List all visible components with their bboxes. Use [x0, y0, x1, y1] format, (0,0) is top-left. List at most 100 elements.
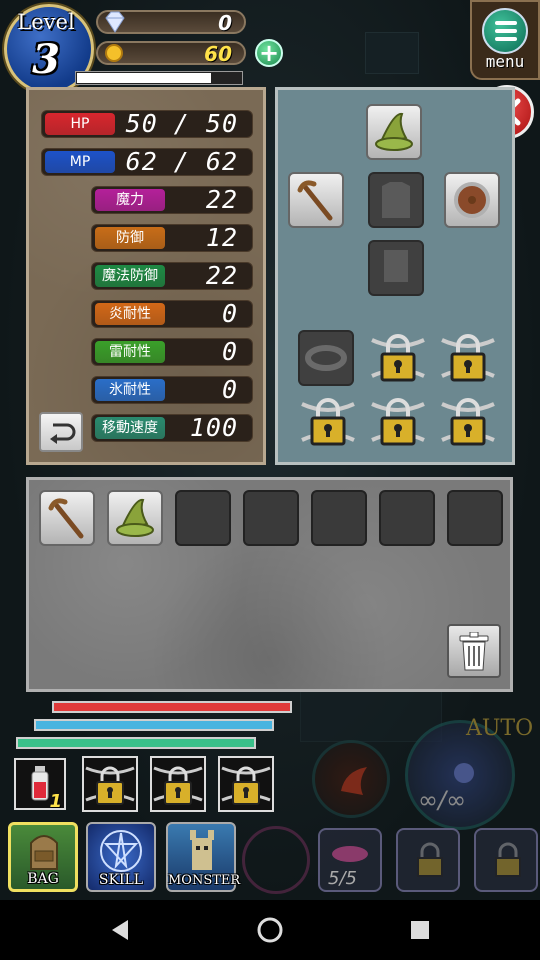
padlock-icon — [417, 842, 443, 877]
summon-count: 5/5 — [328, 868, 357, 889]
back-triangle-icon[interactable] — [108, 918, 132, 942]
gold-counter: 60 — [96, 41, 246, 66]
inventory-panel — [26, 477, 513, 692]
stat-row: MP 62 / 62 — [41, 147, 253, 176]
gold-coin-icon — [105, 44, 123, 62]
back-button[interactable] — [39, 412, 83, 452]
monster-portrait-icon — [190, 830, 214, 870]
fireball-icon — [341, 767, 367, 795]
bag-button[interactable]: BAG — [8, 822, 78, 892]
padlock-chain-icon — [153, 766, 203, 805]
stat-label: 雷耐性 — [95, 341, 165, 363]
locked-summon-slot — [474, 828, 538, 892]
trash-can-icon — [459, 632, 489, 671]
locked-summon-slot — [396, 828, 460, 892]
equip-slot-body[interactable] — [368, 172, 424, 228]
staff-icon — [48, 498, 84, 539]
stat-row: 魔力 22 — [91, 185, 253, 214]
stat-value: 12 — [205, 223, 238, 252]
padlock-chain-icon — [301, 398, 355, 446]
trash-button[interactable] — [447, 624, 501, 678]
stat-value: 22 — [205, 185, 238, 214]
padlock-chain-icon — [441, 398, 495, 446]
diamond-counter: 0 — [96, 10, 246, 35]
locked-equip-slot — [438, 390, 496, 452]
backpack-icon — [30, 835, 58, 870]
inventory-slot[interactable] — [379, 490, 435, 546]
hp-bar — [52, 701, 292, 713]
recents-square-icon[interactable] — [408, 918, 432, 942]
locked-equip-slot — [368, 326, 426, 388]
diamond-count: 0 — [218, 11, 232, 35]
wizard-hat-icon — [375, 112, 413, 151]
infinity-counter: ∞/∞ — [418, 786, 467, 814]
staff-icon — [297, 180, 333, 221]
stat-value: 50 / 50 — [125, 109, 238, 138]
scene-tile — [365, 32, 419, 74]
stat-row: 魔法防御 22 — [91, 261, 253, 290]
stat-value: 22 — [205, 261, 238, 290]
stat-label: 魔法防御 — [95, 265, 165, 287]
equip-slot-legs[interactable] — [368, 240, 424, 296]
menu-icon — [482, 8, 528, 54]
inventory-slot[interactable] — [175, 490, 231, 546]
menu-button[interactable]: menu — [470, 0, 540, 80]
potion-slot[interactable]: 1 — [14, 758, 66, 812]
gold-count: 60 — [204, 42, 232, 66]
wizard-hat-icon — [116, 498, 154, 537]
return-arrow-icon — [50, 423, 76, 444]
round-shield-icon — [454, 182, 490, 218]
equip-slot-shield[interactable] — [444, 172, 500, 228]
locked-equip-slot — [298, 390, 356, 452]
summon-slot[interactable]: 5/5 — [318, 828, 382, 892]
stat-value: 62 / 62 — [125, 147, 238, 176]
stat-row: HP 50 / 50 — [41, 109, 253, 138]
stat-label: 魔力 — [95, 189, 165, 211]
skill-button[interactable]: SKILL — [86, 822, 156, 892]
bag-label: BAG — [27, 871, 59, 887]
stat-label: 氷耐性 — [95, 379, 165, 401]
home-circle-icon[interactable] — [256, 916, 284, 944]
boots-silhouette-icon — [384, 250, 408, 282]
padlock-chain-icon — [221, 766, 271, 805]
stat-value: 0 — [221, 375, 238, 404]
summon-creature-icon — [332, 846, 368, 862]
stat-value: 0 — [221, 299, 238, 328]
monster-label: MONSTER — [168, 873, 241, 888]
monster-button[interactable]: MONSTER — [166, 822, 241, 892]
stat-row: 移動速度 100 — [91, 413, 253, 442]
attack-skill-button[interactable] — [312, 740, 390, 818]
stat-value: 0 — [221, 337, 238, 366]
stat-label: MP — [45, 151, 115, 173]
locked-quick-slot — [218, 756, 274, 812]
equip-slot-accessory[interactable] — [298, 330, 354, 386]
inventory-slot[interactable] — [243, 490, 299, 546]
stat-value: 100 — [189, 413, 238, 442]
scene-tile — [300, 690, 442, 742]
exp-bar-fill — [77, 73, 211, 83]
locked-equip-slot — [438, 326, 496, 388]
stat-row: 防御 12 — [91, 223, 253, 252]
stat-label: 防御 — [95, 227, 165, 249]
empty-skill-ring[interactable] — [242, 826, 310, 894]
locked-equip-slot — [368, 390, 426, 452]
level-label: Level — [17, 10, 75, 34]
equip-slot-weapon[interactable] — [288, 172, 344, 228]
inventory-slot[interactable] — [447, 490, 503, 546]
padlock-chain-icon — [371, 398, 425, 446]
mp-bar — [34, 719, 274, 731]
menu-label: menu — [485, 52, 525, 71]
stat-label: 炎耐性 — [95, 303, 165, 325]
system-navigation-bar — [0, 900, 540, 960]
locked-quick-slot — [82, 756, 138, 812]
potion-count: 1 — [49, 791, 62, 812]
stat-label: 移動速度 — [95, 417, 165, 439]
diamond-icon — [105, 11, 125, 33]
buy-currency-button[interactable]: + — [255, 39, 283, 67]
inventory-slot[interactable] — [107, 490, 163, 546]
inventory-slot[interactable] — [39, 490, 95, 546]
locked-quick-slot — [150, 756, 206, 812]
auto-label: AUTO — [466, 716, 534, 741]
equip-slot-head[interactable] — [366, 104, 422, 160]
inventory-slot[interactable] — [311, 490, 367, 546]
